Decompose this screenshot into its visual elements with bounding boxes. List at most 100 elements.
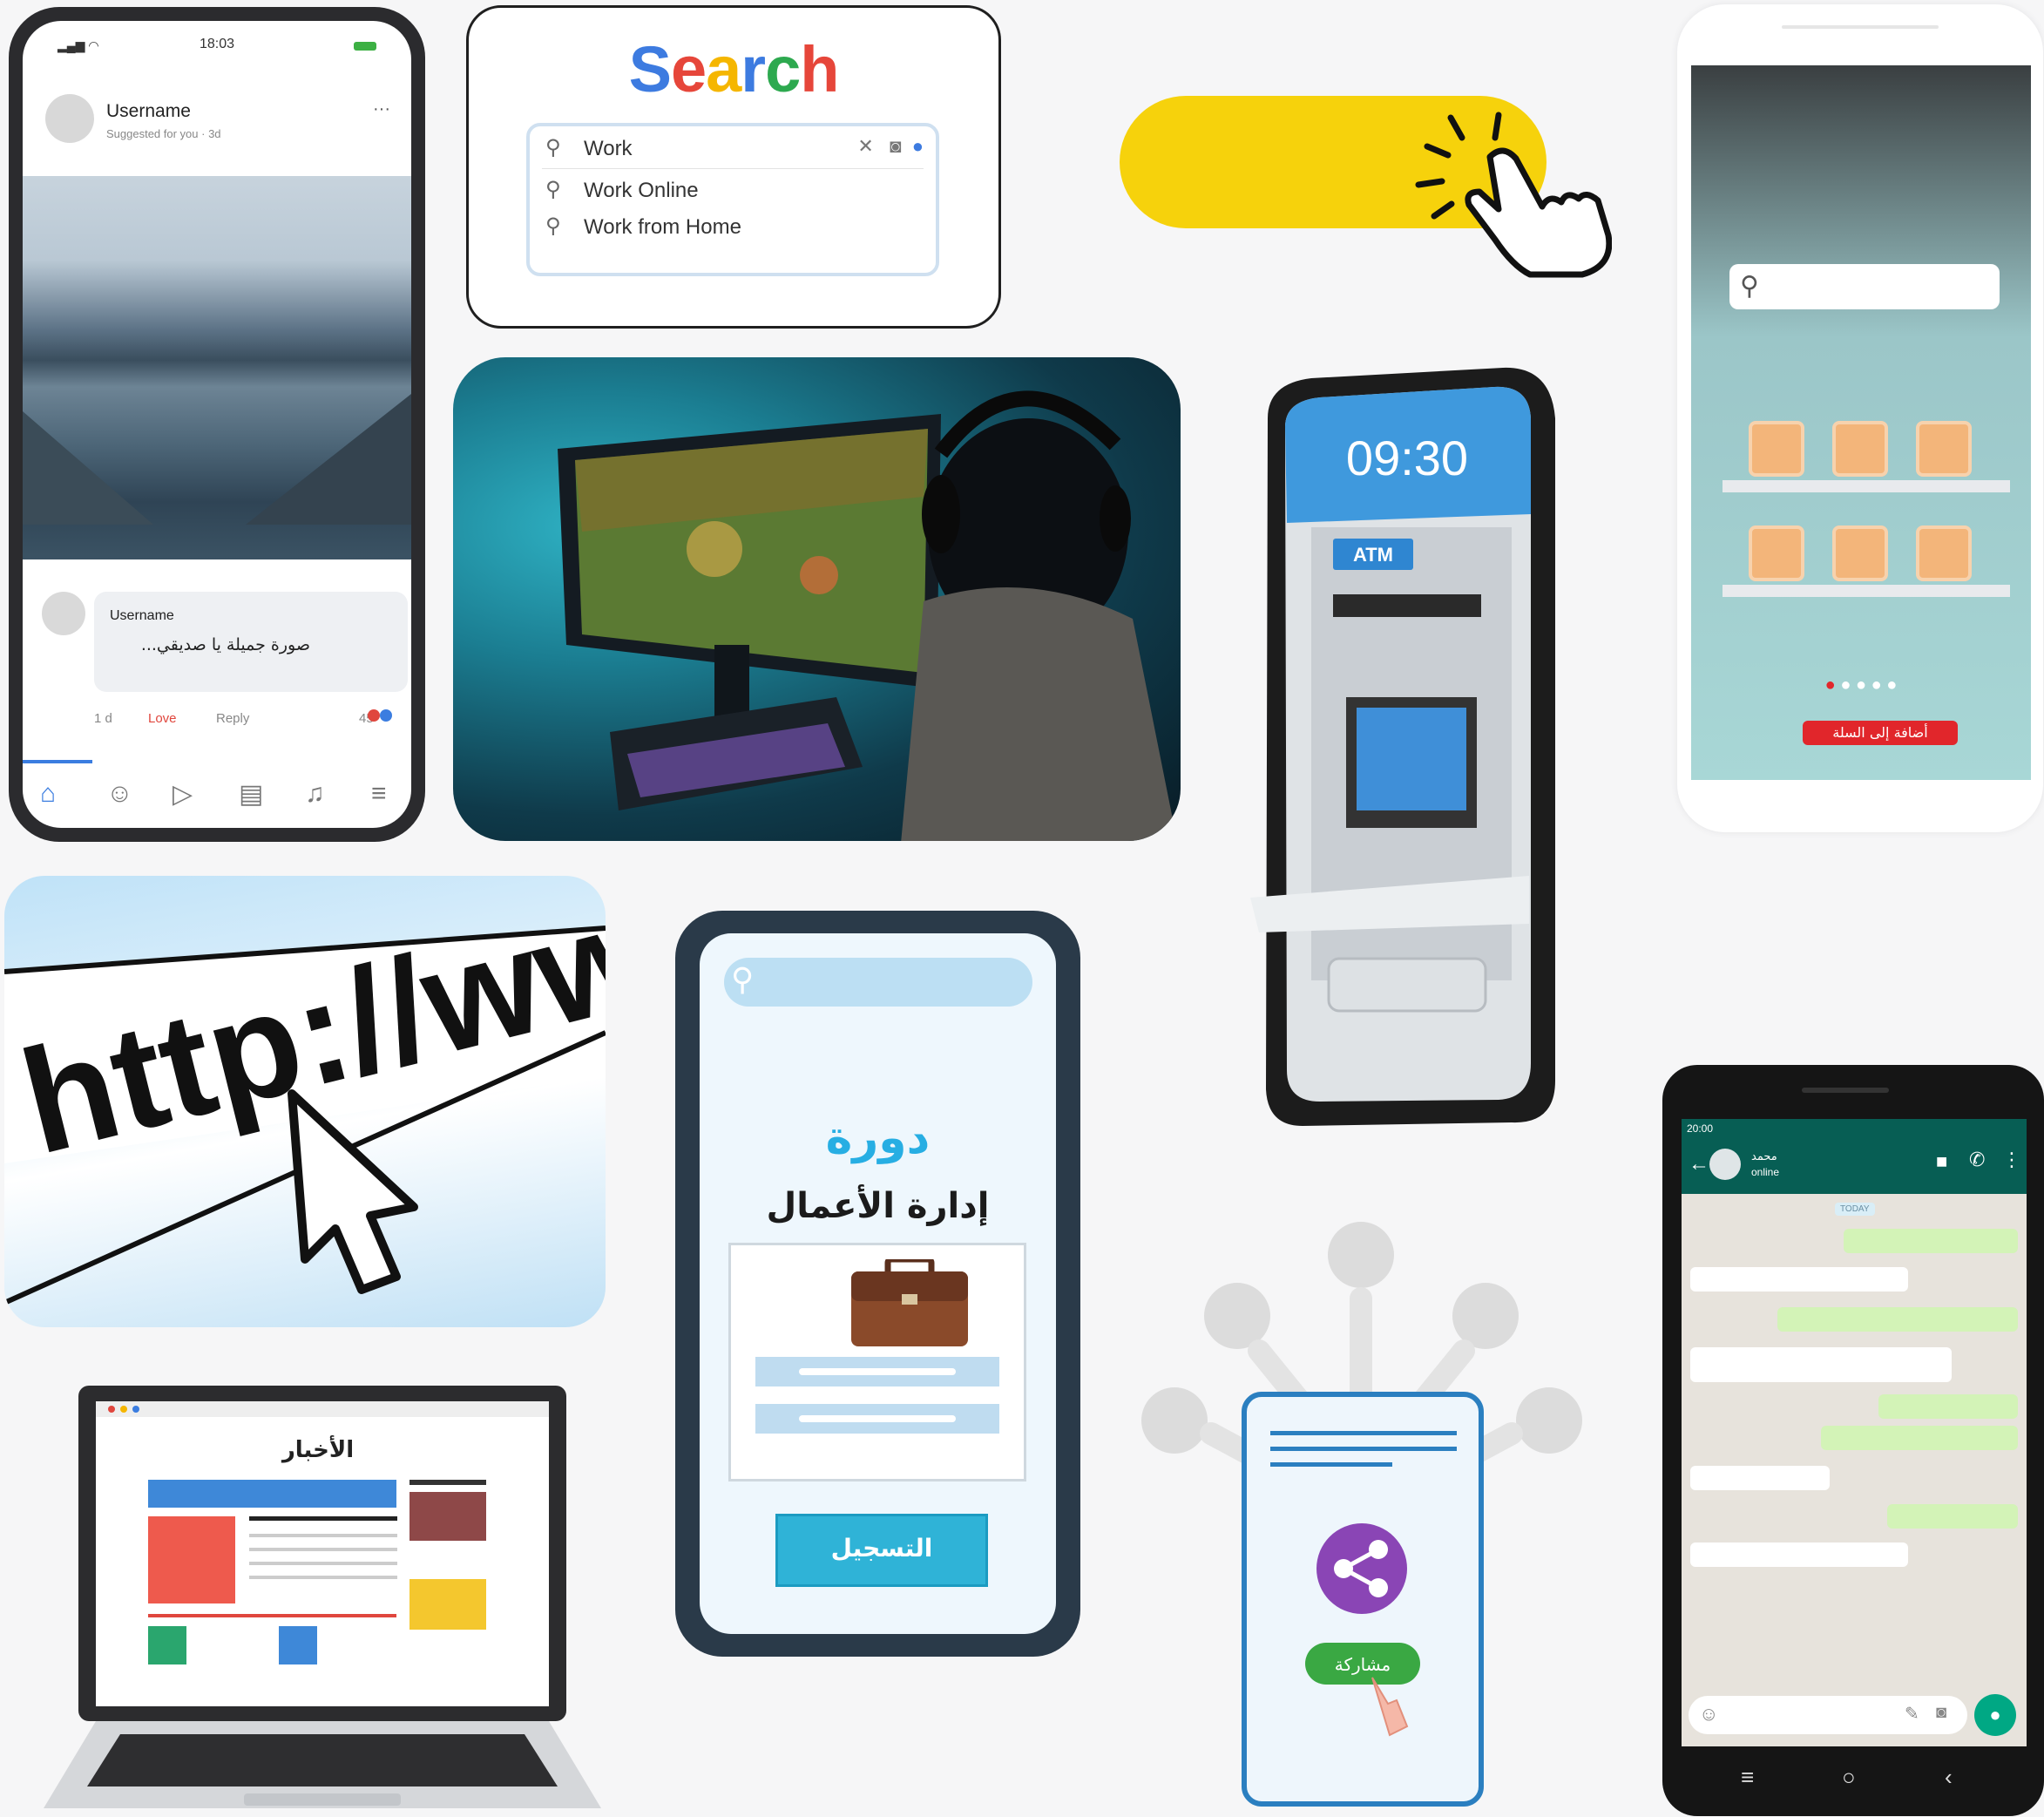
shop-search-input[interactable]: ⚲ xyxy=(1729,264,2000,309)
incoming-message[interactable] xyxy=(1690,1267,1908,1292)
back-icon[interactable]: ‹ xyxy=(1945,1764,1953,1791)
search-card: Search ⚲ Work ✕ ◙ ● ⚲ Work Online ⚲ Work… xyxy=(466,5,1001,329)
tv-category-icon[interactable] xyxy=(1749,525,1804,581)
like-reaction-icon xyxy=(380,709,392,722)
post-subtitle: Suggested for you · 3d xyxy=(106,127,221,140)
add-to-cart-button[interactable]: أضافة إلى السلة xyxy=(1803,721,1958,745)
clear-icon[interactable]: ✕ xyxy=(857,135,873,157)
gaming-scene xyxy=(558,390,1177,841)
speaker xyxy=(1802,1088,1889,1093)
search-icon: ⚲ xyxy=(545,214,561,238)
shelf xyxy=(1723,585,2010,597)
course-search-input[interactable]: ⚲ xyxy=(724,958,1032,1007)
android-nav-bar: ≡ ○ ‹ xyxy=(1662,1753,2044,1806)
phone-call-icon[interactable]: ✆ xyxy=(1969,1149,1985,1171)
wallet-category-icon[interactable] xyxy=(1916,525,1972,581)
outgoing-message[interactable] xyxy=(1844,1229,2018,1253)
battery-icon xyxy=(354,42,376,51)
search-icon: ⚲ xyxy=(1740,272,1759,301)
http-banner: http://www xyxy=(4,876,606,1327)
outgoing-message[interactable] xyxy=(1777,1307,2018,1332)
back-arrow-icon[interactable]: ← xyxy=(1689,1152,1709,1176)
reply-link[interactable]: Reply xyxy=(216,711,249,726)
more-options-icon[interactable]: ⋮ xyxy=(2002,1149,2021,1171)
menu-icon[interactable]: ≡ xyxy=(371,779,387,809)
course-title-line1: دورة xyxy=(825,1112,931,1164)
atm-phone: 09:30 ATM xyxy=(1250,367,1555,1126)
video-call-icon[interactable]: ■ xyxy=(1936,1150,1947,1173)
click-hand-icon xyxy=(1415,112,1612,278)
camera-icon[interactable]: ◙ xyxy=(1936,1703,1946,1723)
outgoing-message[interactable] xyxy=(1887,1504,2018,1529)
microphone-icon[interactable]: ● xyxy=(1974,1694,2016,1736)
home-icon[interactable]: ⌂ xyxy=(40,779,56,809)
share-button[interactable]: مشاركة xyxy=(1335,1654,1391,1675)
game-category-icon[interactable] xyxy=(1749,421,1804,477)
form-field[interactable] xyxy=(755,1404,999,1434)
search-logo-letter: S xyxy=(628,33,672,105)
comment-avatar[interactable] xyxy=(42,592,85,635)
speaker xyxy=(1782,25,1939,29)
gaming-photo xyxy=(453,357,1181,841)
form-field[interactable] xyxy=(755,1357,999,1386)
contact-name[interactable]: محمد xyxy=(1751,1150,1777,1163)
search-icon: ⚲ xyxy=(731,961,755,997)
status-time: 20:00 xyxy=(1687,1122,1714,1135)
chat-header: 20:00 ← محمد online ■ ✆ ⋮ xyxy=(1682,1119,2027,1194)
shop-screen: ⚲ ● ● ● ● ● أضافة إلى السلة xyxy=(1691,65,2031,780)
search-logo-letter: c xyxy=(765,33,801,105)
contact-status: online xyxy=(1751,1166,1780,1178)
course-title-line2: إدارة الأعمال xyxy=(766,1186,990,1226)
mountain-right xyxy=(246,394,411,525)
suggestion-item[interactable]: Work from Home xyxy=(584,215,741,240)
love-link[interactable]: Love xyxy=(148,711,177,726)
search-logo: Search xyxy=(469,32,998,106)
home-icon[interactable]: ○ xyxy=(1842,1764,1856,1791)
chat-phone: 20:00 ← محمد online ■ ✆ ⋮ TODAY ☺ ✎ ◙ ● … xyxy=(1662,1065,2044,1816)
shelf xyxy=(1723,480,2010,492)
atm-clock: 09:30 xyxy=(1346,431,1468,485)
emoji-icon[interactable]: ☺ xyxy=(1699,1703,1718,1725)
incoming-message[interactable] xyxy=(1690,1466,1830,1490)
search-logo-letter: r xyxy=(741,33,766,105)
post-avatar[interactable] xyxy=(45,94,94,143)
recents-icon[interactable]: ≡ xyxy=(1741,1764,1754,1791)
video-icon[interactable]: ▷ xyxy=(173,779,193,810)
date-chip: TODAY xyxy=(1835,1203,1875,1216)
search-box[interactable]: ⚲ Work ✕ ◙ ● ⚲ Work Online ⚲ Work from H… xyxy=(526,123,939,276)
contact-avatar[interactable] xyxy=(1709,1149,1741,1180)
microphone-icon[interactable]: ● xyxy=(912,135,924,157)
suggestion-item[interactable]: Work Online xyxy=(584,179,699,203)
shop-phone: ⚲ ● ● ● ● ● أضافة إلى السلة xyxy=(1677,4,2043,832)
search-icon: ⚲ xyxy=(545,178,561,201)
camera-icon[interactable]: ◙ xyxy=(890,135,901,157)
comment-username[interactable]: Username xyxy=(110,608,174,624)
mountain-left xyxy=(23,411,153,525)
bell-icon[interactable]: ♫ xyxy=(305,779,325,809)
search-logo-letter: e xyxy=(670,33,707,105)
incoming-message[interactable] xyxy=(1690,1347,1952,1382)
search-logo-letter: a xyxy=(706,33,741,105)
more-options-icon[interactable]: ··· xyxy=(373,99,390,119)
search-icon: ⚲ xyxy=(545,136,561,159)
outgoing-message[interactable] xyxy=(1878,1394,2018,1419)
attach-icon[interactable]: ✎ xyxy=(1905,1703,1919,1725)
divider xyxy=(542,168,924,169)
register-button[interactable]: التسجيل xyxy=(775,1514,988,1587)
search-input[interactable]: Work xyxy=(584,137,633,161)
active-tab-indicator xyxy=(23,760,92,763)
news-laptop: الأخبار xyxy=(44,1386,601,1808)
camera-category-icon[interactable] xyxy=(1832,421,1888,477)
profile-icon[interactable]: ☺ xyxy=(106,779,133,809)
reaction-icons[interactable] xyxy=(367,709,392,726)
outgoing-message[interactable] xyxy=(1821,1426,2018,1450)
incoming-message[interactable] xyxy=(1690,1542,1908,1567)
news-icon[interactable]: ▤ xyxy=(239,779,263,810)
post-username[interactable]: Username xyxy=(106,101,191,122)
phone-category-icon[interactable] xyxy=(1916,421,1972,477)
page-dots: ● ● ● ● ● xyxy=(1824,675,1898,695)
message-input[interactable]: ☺ ✎ ◙ xyxy=(1689,1696,1967,1734)
post-photo[interactable] xyxy=(23,176,411,559)
social-phone: ▂▄▆ ◠ 18:03 Username Suggested for you ·… xyxy=(9,7,425,842)
shirt-category-icon[interactable] xyxy=(1832,525,1888,581)
